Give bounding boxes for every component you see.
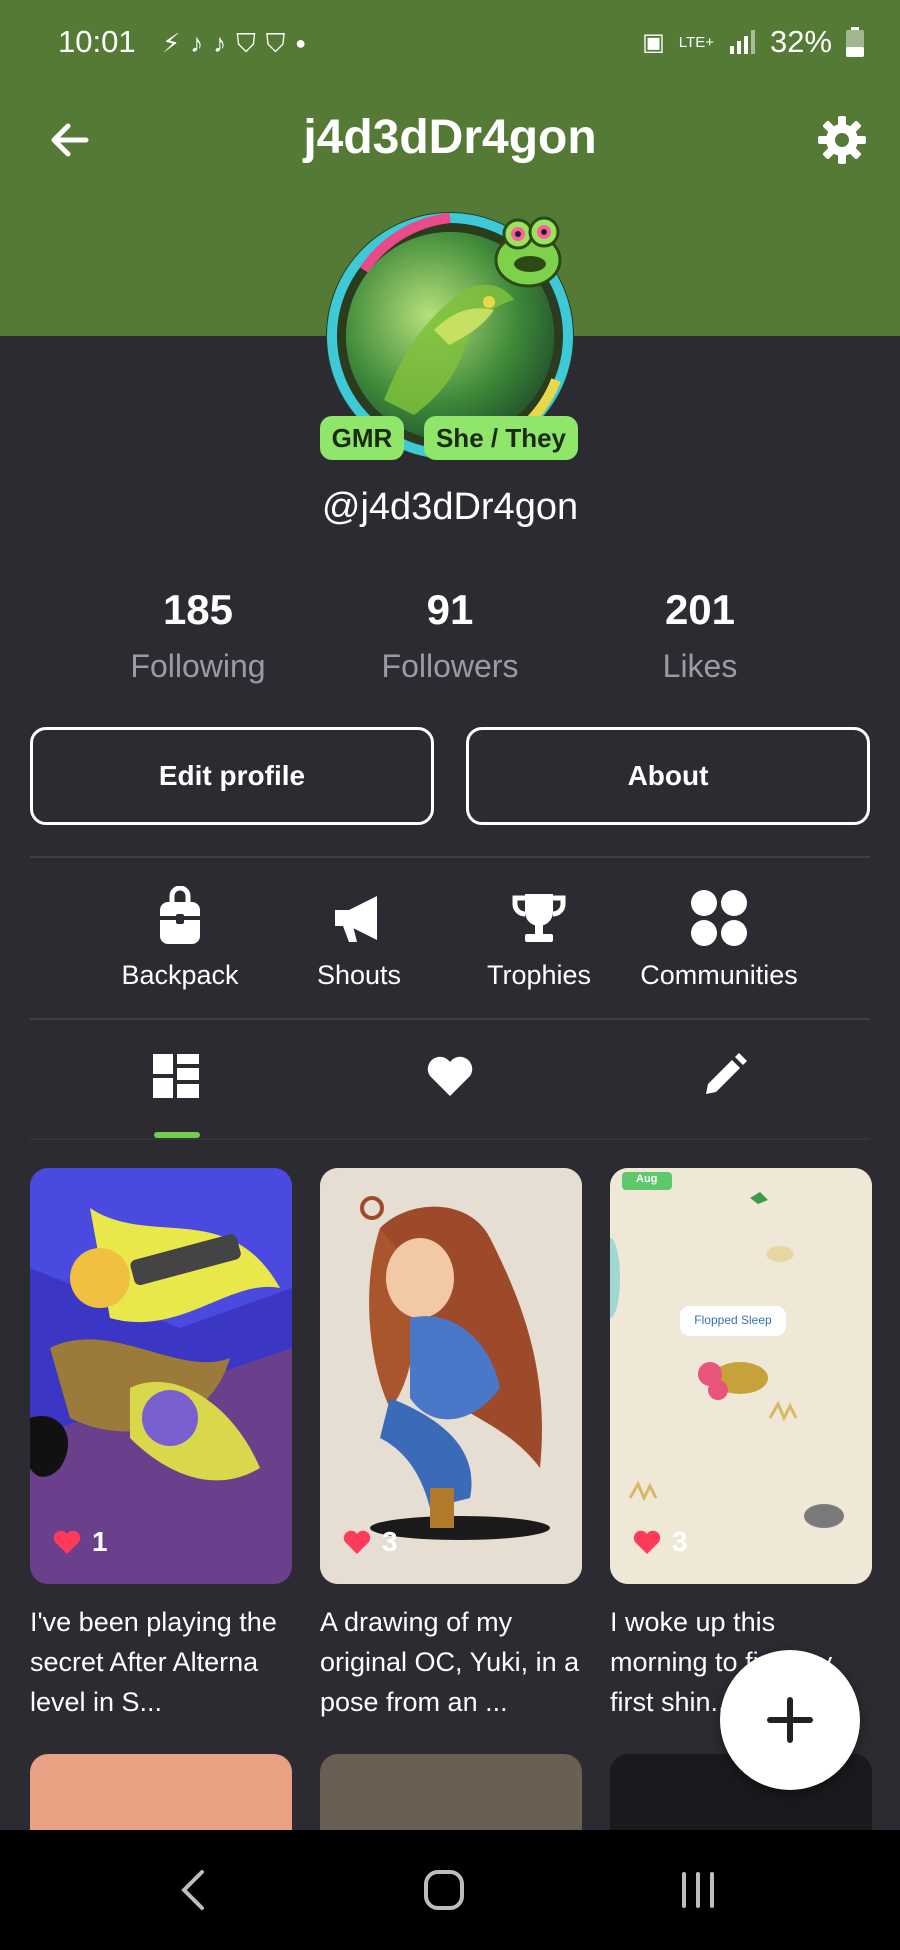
gear-icon bbox=[818, 116, 866, 164]
heart-icon bbox=[427, 1056, 473, 1096]
nav-back-button[interactable] bbox=[162, 1858, 226, 1922]
heart-icon bbox=[343, 1530, 371, 1554]
post-like-count: 1 bbox=[92, 1526, 108, 1557]
battery-icon bbox=[846, 27, 864, 57]
flash-icon: ⚡ bbox=[162, 28, 181, 58]
recents-icon bbox=[682, 1872, 714, 1908]
pencil-icon bbox=[706, 1053, 747, 1094]
profile-stats: 185 Following 91 Followers 201 Likes bbox=[0, 586, 900, 696]
home-icon bbox=[424, 1870, 464, 1910]
tab-drafts[interactable] bbox=[694, 1046, 754, 1106]
post-likes: 1 bbox=[52, 1526, 108, 1558]
network-type: LTE+ bbox=[678, 33, 714, 51]
tab-posts[interactable] bbox=[146, 1046, 206, 1106]
post-card[interactable]: 3 A drawing of my original OC, Yuki, in … bbox=[320, 1168, 582, 1722]
likes-count: 201 bbox=[664, 586, 736, 633]
following-count: 185 bbox=[162, 586, 234, 633]
trophies-label: Trophies bbox=[486, 960, 592, 990]
post-caption: A drawing of my original OC, Yuki, in a … bbox=[320, 1607, 580, 1717]
brave-icon: ⛉ bbox=[265, 28, 286, 58]
settings-button[interactable] bbox=[814, 112, 870, 168]
trophies-shortcut[interactable]: Trophies bbox=[454, 886, 624, 991]
post-card[interactable]: 1 I've been playing the secret After Alt… bbox=[30, 1168, 292, 1722]
status-right: ▣ LTE+ 32% bbox=[642, 24, 864, 60]
heart-icon bbox=[633, 1530, 661, 1554]
tiktok-icon: ♪ bbox=[190, 28, 204, 58]
divider bbox=[30, 1018, 870, 1020]
chevron-left-icon bbox=[181, 1870, 204, 1910]
backpack-shortcut[interactable]: Backpack bbox=[95, 885, 265, 991]
followers-stat[interactable]: 91 Followers bbox=[340, 586, 560, 685]
following-label: Following bbox=[130, 648, 266, 684]
backpack-icon bbox=[148, 885, 212, 950]
create-post-button[interactable] bbox=[720, 1650, 860, 1790]
thumb-label: Flopped Sleep bbox=[694, 1313, 772, 1327]
backpack-label: Backpack bbox=[121, 960, 239, 990]
post-thumbnail[interactable] bbox=[30, 1754, 292, 1834]
about-button[interactable]: About bbox=[466, 727, 870, 825]
frog-badge-icon bbox=[484, 208, 576, 296]
divider bbox=[30, 856, 870, 858]
post-thumbnail[interactable]: Aug Flopped Sleep 3 bbox=[610, 1168, 872, 1584]
thumb-tag: Aug bbox=[636, 1173, 658, 1185]
post-like-count: 3 bbox=[672, 1526, 688, 1557]
post-likes: 3 bbox=[342, 1526, 398, 1558]
status-time: 10:01 bbox=[58, 24, 136, 59]
pronoun-badge: She / They bbox=[424, 416, 578, 460]
page-title: j4d3dDr4gon bbox=[303, 111, 597, 164]
nav-home-button[interactable] bbox=[412, 1858, 476, 1922]
battery-saver-icon: ▣ bbox=[642, 28, 665, 56]
likes-stat[interactable]: 201 Likes bbox=[590, 586, 810, 685]
shouts-label: Shouts bbox=[316, 960, 402, 990]
post-caption: I've been playing the secret After Alter… bbox=[30, 1607, 277, 1717]
dot-icon: ● bbox=[295, 33, 307, 53]
heart-icon bbox=[53, 1530, 81, 1554]
nav-recents-button[interactable] bbox=[666, 1858, 730, 1922]
tiktok-icon: ♪ bbox=[213, 28, 227, 58]
user-handle: @j4d3dDr4gon bbox=[321, 486, 579, 528]
trophy-icon bbox=[507, 886, 571, 950]
communities-icon bbox=[687, 886, 751, 950]
post-thumbnail[interactable] bbox=[320, 1754, 582, 1834]
post-card[interactable]: Aug Flopped Sleep 3 I woke up this morni… bbox=[610, 1168, 872, 1722]
likes-label: Likes bbox=[662, 648, 738, 684]
grid-icon bbox=[153, 1054, 199, 1098]
post-thumbnail[interactable]: 3 bbox=[320, 1168, 582, 1584]
tag-badge: GMR bbox=[320, 416, 404, 460]
status-bar: 10:01 ⚡ ♪ ♪ ⛉ ⛉ ● ▣ LTE+ 32% bbox=[0, 0, 900, 90]
post-likes: 3 bbox=[632, 1526, 688, 1558]
followers-count: 91 bbox=[426, 586, 474, 633]
shouts-shortcut[interactable]: Shouts bbox=[274, 886, 444, 991]
brave-icon: ⛉ bbox=[236, 28, 256, 58]
battery-percent: 32% bbox=[769, 24, 832, 59]
plus-icon bbox=[767, 1697, 813, 1743]
edit-profile-button[interactable]: Edit profile bbox=[30, 727, 434, 825]
followers-label: Followers bbox=[381, 648, 519, 684]
following-stat[interactable]: 185 Following bbox=[88, 586, 308, 685]
post-like-count: 3 bbox=[382, 1526, 398, 1557]
signal-icon bbox=[729, 30, 755, 54]
communities-label: Communities bbox=[640, 960, 798, 990]
tab-liked[interactable] bbox=[420, 1046, 480, 1106]
communities-shortcut[interactable]: Communities bbox=[634, 886, 804, 991]
notification-icons: ⚡ ♪ ♪ ⛉ ⛉ ● bbox=[162, 26, 306, 60]
system-nav-bar bbox=[0, 1830, 900, 1950]
post-thumbnail[interactable]: 1 bbox=[30, 1168, 292, 1584]
megaphone-icon bbox=[327, 886, 391, 950]
divider bbox=[30, 1138, 870, 1140]
